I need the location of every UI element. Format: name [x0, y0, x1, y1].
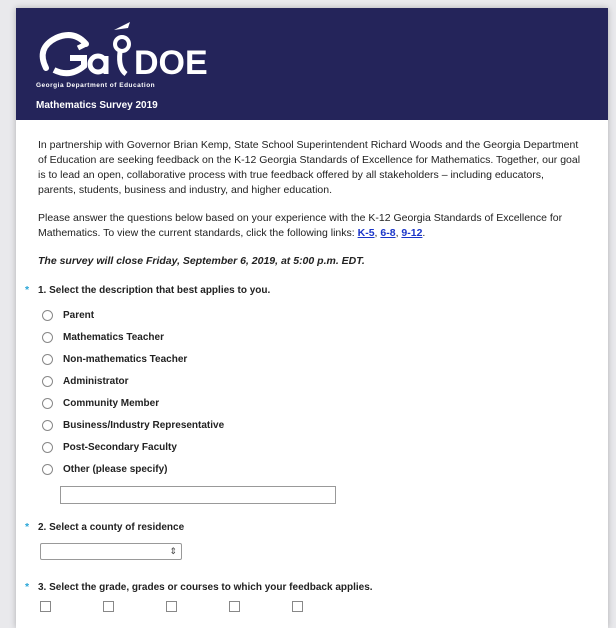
question-3-title: 3. Select the grade, grades or courses t…: [38, 582, 373, 593]
radio-button[interactable]: [42, 331, 53, 343]
grade-checkbox[interactable]: [166, 601, 177, 612]
standards-text: Please answer the questions below based …: [38, 212, 563, 239]
option-non-mathematics-teacher[interactable]: Non-mathematics Teacher: [38, 348, 584, 370]
question-2: * 2. Select a county of residence ⇕: [25, 520, 584, 560]
logo-tagline: Georgia Department of Education: [36, 82, 156, 89]
survey-content: In partnership with Governor Brian Kemp,…: [16, 120, 608, 612]
radio-button[interactable]: [42, 419, 53, 431]
required-asterisk: *: [25, 581, 30, 593]
option-community-member[interactable]: Community Member: [38, 392, 584, 414]
grade-checkbox[interactable]: [229, 601, 240, 612]
radio-button[interactable]: [42, 309, 53, 321]
link-k-5[interactable]: K-5: [358, 227, 375, 239]
option-other[interactable]: Other (please specify): [38, 458, 584, 480]
option-post-secondary-faculty[interactable]: Post-Secondary Faculty: [38, 436, 584, 458]
standards-paragraph: Please answer the questions below based …: [38, 212, 563, 239]
radio-button[interactable]: [42, 397, 53, 409]
option-parent[interactable]: Parent: [38, 304, 584, 326]
intro-paragraph: In partnership with Governor Brian Kemp,…: [38, 139, 581, 196]
required-asterisk: *: [25, 284, 30, 296]
option-mathematics-teacher[interactable]: Mathematics Teacher: [38, 326, 584, 348]
option-administrator[interactable]: Administrator: [38, 370, 584, 392]
updown-arrow-icon: ⇕: [169, 546, 177, 556]
radio-button[interactable]: [42, 353, 53, 365]
gadoe-logo: DOE: [39, 22, 208, 82]
grade-checkbox[interactable]: [40, 601, 51, 612]
other-specify-input[interactable]: [60, 486, 336, 504]
survey-page: DOE Georgia Department of Education Math…: [16, 8, 608, 628]
question-1: * 1. Select the description that best ap…: [25, 283, 584, 504]
logo-doe-text: DOE: [134, 44, 208, 82]
grade-checkbox-row: [38, 601, 584, 612]
survey-title: Mathematics Survey 2019: [36, 100, 158, 111]
survey-close-notice: The survey will close Friday, September …: [38, 255, 365, 267]
radio-button[interactable]: [42, 375, 53, 387]
question-1-title: 1. Select the description that best appl…: [38, 285, 271, 296]
question-3: * 3. Select the grade, grades or courses…: [25, 580, 584, 612]
required-asterisk: *: [25, 521, 30, 533]
link-9-12[interactable]: 9-12: [401, 227, 422, 239]
radio-button[interactable]: [42, 441, 53, 453]
question-2-title: 2. Select a county of residence: [38, 522, 185, 533]
header-banner: DOE Georgia Department of Education Math…: [16, 8, 608, 120]
option-business-representative[interactable]: Business/Industry Representative: [38, 414, 584, 436]
county-select[interactable]: ⇕: [40, 543, 182, 560]
link-6-8[interactable]: 6-8: [380, 227, 395, 239]
grade-checkbox[interactable]: [103, 601, 114, 612]
grade-checkbox[interactable]: [292, 601, 303, 612]
radio-button[interactable]: [42, 463, 53, 475]
